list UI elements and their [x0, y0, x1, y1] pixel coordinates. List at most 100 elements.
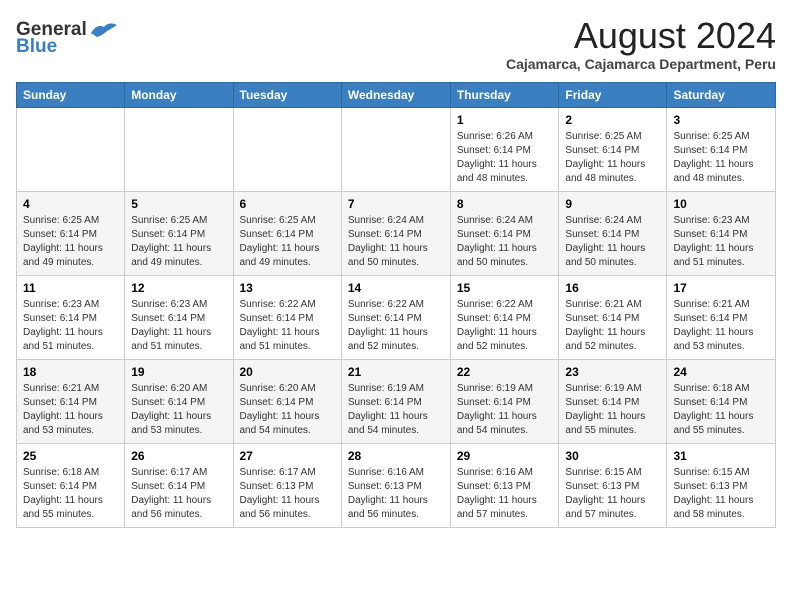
day-info: Sunrise: 6:22 AMSunset: 6:14 PMDaylight:… — [240, 298, 335, 354]
week-row-2: 4 Sunrise: 6:25 AMSunset: 6:14 PMDaylight… — [17, 191, 776, 275]
day-cell: 28Sunrise: 6:16 AMSunset: 6:13 PMDayligh… — [341, 443, 450, 527]
day-number: 3 — [673, 113, 769, 127]
header-cell-sunday: Sunday — [17, 82, 125, 107]
main-title: August 2024 — [506, 16, 776, 56]
calendar-table: SundayMondayTuesdayWednesdayThursdayFrid… — [16, 82, 776, 528]
day-number: 2 — [565, 113, 660, 127]
day-info: Sunrise: 6:19 AMSunset: 6:14 PMDaylight:… — [348, 382, 444, 438]
day-info: Sunrise: 6:15 AMSunset: 6:13 PMDaylight:… — [565, 466, 660, 522]
day-number: 28 — [348, 449, 444, 463]
day-info: Sunrise: 6:19 AMSunset: 6:14 PMDaylight:… — [565, 382, 660, 438]
day-cell: 2 Sunrise: 6:25 AMSunset: 6:14 PMDaylight… — [559, 107, 667, 191]
day-cell: 27Sunrise: 6:17 AMSunset: 6:13 PMDayligh… — [233, 443, 341, 527]
day-number: 18 — [23, 365, 118, 379]
day-cell — [341, 107, 450, 191]
day-cell: 9 Sunrise: 6:24 AMSunset: 6:14 PMDaylight… — [559, 191, 667, 275]
day-info: Sunrise: 6:25 AMSunset: 6:14 PMDaylight:… — [565, 130, 660, 186]
day-info: Sunrise: 6:25 AMSunset: 6:14 PMDaylight:… — [23, 214, 118, 270]
day-info: Sunrise: 6:23 AMSunset: 6:14 PMDaylight:… — [673, 214, 769, 270]
subtitle: Cajamarca, Cajamarca Department, Peru — [506, 56, 776, 72]
day-cell: 25 Sunrise: 6:18 AMSunset: 6:14 PMDayligh… — [17, 443, 125, 527]
day-cell: 31Sunrise: 6:15 AMSunset: 6:13 PMDayligh… — [667, 443, 776, 527]
day-number: 30 — [565, 449, 660, 463]
day-info: Sunrise: 6:24 AMSunset: 6:14 PMDaylight:… — [348, 214, 444, 270]
day-info: Sunrise: 6:16 AMSunset: 6:13 PMDaylight:… — [457, 466, 553, 522]
day-info: Sunrise: 6:18 AMSunset: 6:14 PMDaylight:… — [23, 466, 118, 522]
day-cell: 12 Sunrise: 6:23 AMSunset: 6:14 PMDayligh… — [125, 275, 233, 359]
day-cell: 19 Sunrise: 6:20 AMSunset: 6:14 PMDayligh… — [125, 359, 233, 443]
week-row-1: 1Sunrise: 6:26 AMSunset: 6:14 PMDaylight… — [17, 107, 776, 191]
day-info: Sunrise: 6:21 AMSunset: 6:14 PMDaylight:… — [565, 298, 660, 354]
day-number: 1 — [457, 113, 553, 127]
day-cell: 7 Sunrise: 6:24 AMSunset: 6:14 PMDaylight… — [341, 191, 450, 275]
header-cell-tuesday: Tuesday — [233, 82, 341, 107]
day-number: 8 — [457, 197, 553, 211]
day-cell: 1Sunrise: 6:26 AMSunset: 6:14 PMDaylight… — [450, 107, 559, 191]
day-cell — [233, 107, 341, 191]
day-cell: 10 Sunrise: 6:23 AMSunset: 6:14 PMDayligh… — [667, 191, 776, 275]
day-number: 23 — [565, 365, 660, 379]
day-number: 26 — [131, 449, 226, 463]
day-number: 4 — [23, 197, 118, 211]
day-number: 15 — [457, 281, 553, 295]
header-cell-thursday: Thursday — [450, 82, 559, 107]
day-cell: 22 Sunrise: 6:19 AMSunset: 6:14 PMDayligh… — [450, 359, 559, 443]
day-info: Sunrise: 6:22 AMSunset: 6:14 PMDaylight:… — [348, 298, 444, 354]
header-cell-friday: Friday — [559, 82, 667, 107]
header-cell-wednesday: Wednesday — [341, 82, 450, 107]
day-cell: 15 Sunrise: 6:22 AMSunset: 6:14 PMDayligh… — [450, 275, 559, 359]
day-cell: 23 Sunrise: 6:19 AMSunset: 6:14 PMDayligh… — [559, 359, 667, 443]
day-info: Sunrise: 6:23 AMSunset: 6:14 PMDaylight:… — [131, 298, 226, 354]
day-cell: 11Sunrise: 6:23 AMSunset: 6:14 PMDayligh… — [17, 275, 125, 359]
day-cell: 4 Sunrise: 6:25 AMSunset: 6:14 PMDaylight… — [17, 191, 125, 275]
day-cell: 18Sunrise: 6:21 AMSunset: 6:14 PMDayligh… — [17, 359, 125, 443]
day-number: 12 — [131, 281, 226, 295]
day-info: Sunrise: 6:19 AMSunset: 6:14 PMDaylight:… — [457, 382, 553, 438]
day-cell: 16Sunrise: 6:21 AMSunset: 6:14 PMDayligh… — [559, 275, 667, 359]
header-cell-saturday: Saturday — [667, 82, 776, 107]
day-cell: 20Sunrise: 6:20 AMSunset: 6:14 PMDayligh… — [233, 359, 341, 443]
header-row: SundayMondayTuesdayWednesdayThursdayFrid… — [17, 82, 776, 107]
page-header: General Blue August 2024 Cajamarca, Caja… — [16, 16, 776, 72]
day-info: Sunrise: 6:20 AMSunset: 6:14 PMDaylight:… — [131, 382, 226, 438]
calendar-header: SundayMondayTuesdayWednesdayThursdayFrid… — [17, 82, 776, 107]
logo: General Blue — [16, 20, 119, 56]
day-info: Sunrise: 6:17 AMSunset: 6:14 PMDaylight:… — [131, 466, 226, 522]
day-cell: 21 Sunrise: 6:19 AMSunset: 6:14 PMDayligh… — [341, 359, 450, 443]
day-number: 9 — [565, 197, 660, 211]
logo-bird-icon — [89, 21, 119, 45]
day-number: 27 — [240, 449, 335, 463]
logo-line2: Blue — [16, 37, 87, 56]
day-info: Sunrise: 6:25 AMSunset: 6:14 PMDaylight:… — [131, 214, 226, 270]
day-number: 10 — [673, 197, 769, 211]
day-info: Sunrise: 6:25 AMSunset: 6:14 PMDaylight:… — [673, 130, 769, 186]
day-cell: 3 Sunrise: 6:25 AMSunset: 6:14 PMDaylight… — [667, 107, 776, 191]
day-number: 21 — [348, 365, 444, 379]
day-info: Sunrise: 6:21 AMSunset: 6:14 PMDaylight:… — [673, 298, 769, 354]
day-cell: 29Sunrise: 6:16 AMSunset: 6:13 PMDayligh… — [450, 443, 559, 527]
day-number: 19 — [131, 365, 226, 379]
day-info: Sunrise: 6:20 AMSunset: 6:14 PMDaylight:… — [240, 382, 335, 438]
day-number: 24 — [673, 365, 769, 379]
day-cell: 13 Sunrise: 6:22 AMSunset: 6:14 PMDayligh… — [233, 275, 341, 359]
day-number: 31 — [673, 449, 769, 463]
day-number: 13 — [240, 281, 335, 295]
day-number: 14 — [348, 281, 444, 295]
day-number: 11 — [23, 281, 118, 295]
day-cell: 26 Sunrise: 6:17 AMSunset: 6:14 PMDayligh… — [125, 443, 233, 527]
day-number: 22 — [457, 365, 553, 379]
day-cell: 30 Sunrise: 6:15 AMSunset: 6:13 PMDayligh… — [559, 443, 667, 527]
week-row-4: 18Sunrise: 6:21 AMSunset: 6:14 PMDayligh… — [17, 359, 776, 443]
day-cell: 5Sunrise: 6:25 AMSunset: 6:14 PMDaylight… — [125, 191, 233, 275]
day-number: 7 — [348, 197, 444, 211]
day-info: Sunrise: 6:18 AMSunset: 6:14 PMDaylight:… — [673, 382, 769, 438]
day-info: Sunrise: 6:24 AMSunset: 6:14 PMDaylight:… — [565, 214, 660, 270]
day-cell: 17Sunrise: 6:21 AMSunset: 6:14 PMDayligh… — [667, 275, 776, 359]
day-cell: 6Sunrise: 6:25 AMSunset: 6:14 PMDaylight… — [233, 191, 341, 275]
day-cell: 24 Sunrise: 6:18 AMSunset: 6:14 PMDayligh… — [667, 359, 776, 443]
day-cell — [125, 107, 233, 191]
day-cell — [17, 107, 125, 191]
day-cell: 8Sunrise: 6:24 AMSunset: 6:14 PMDaylight… — [450, 191, 559, 275]
day-info: Sunrise: 6:22 AMSunset: 6:14 PMDaylight:… — [457, 298, 553, 354]
day-number: 25 — [23, 449, 118, 463]
